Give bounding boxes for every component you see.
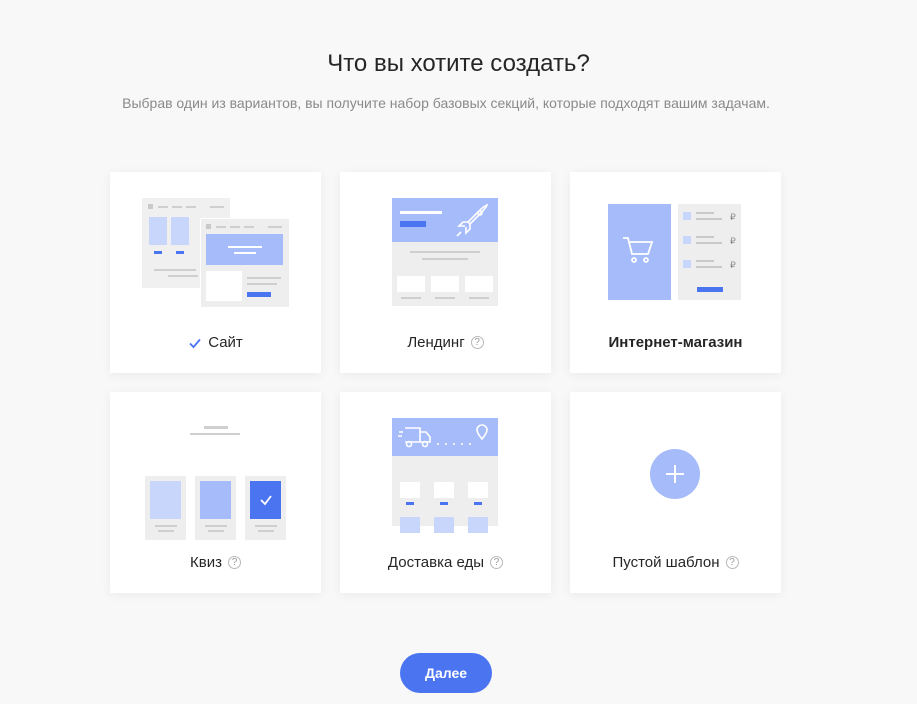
- card-online-store[interactable]: ₽ ₽ ₽ Интернет-магазин: [570, 172, 781, 373]
- quiz-illustration: [145, 426, 286, 540]
- landing-illustration: [392, 198, 498, 306]
- blank-template-illustration: [650, 449, 700, 499]
- card-site-label-row: Сайт: [110, 334, 321, 351]
- card-site-label: Сайт: [208, 334, 243, 351]
- card-quiz[interactable]: Квиз ?: [110, 392, 321, 593]
- svg-text:₽: ₽: [730, 260, 736, 270]
- page-subtitle: Выбрав один из вариантов, вы получите на…: [122, 95, 770, 111]
- card-site[interactable]: Сайт: [110, 172, 321, 373]
- site-illustration: [142, 198, 290, 308]
- card-quiz-label: Квиз: [190, 554, 222, 571]
- food-delivery-illustration: [392, 418, 498, 533]
- card-quiz-label-row: Квиз ?: [110, 554, 321, 571]
- help-icon[interactable]: ?: [227, 556, 241, 569]
- card-online-store-label: Интернет-магазин: [608, 334, 743, 351]
- card-landing[interactable]: Лендинг ?: [340, 172, 551, 373]
- card-blank-template-label: Пустой шаблон: [612, 554, 720, 571]
- card-landing-label: Лендинг: [407, 334, 465, 351]
- help-icon[interactable]: ?: [470, 336, 484, 349]
- check-icon: [189, 338, 201, 348]
- svg-text:₽: ₽: [730, 236, 736, 246]
- card-blank-template-label-row: Пустой шаблон ?: [570, 554, 781, 571]
- card-food-delivery-label: Доставка еды: [387, 554, 485, 571]
- card-blank-template[interactable]: Пустой шаблон ?: [570, 392, 781, 593]
- svg-text:₽: ₽: [730, 212, 736, 222]
- help-icon[interactable]: ?: [490, 556, 504, 569]
- next-button[interactable]: Далее: [400, 653, 492, 693]
- card-food-delivery-label-row: Доставка еды ?: [340, 554, 551, 571]
- card-food-delivery[interactable]: Доставка еды ?: [340, 392, 551, 593]
- help-icon[interactable]: ?: [725, 556, 739, 569]
- card-landing-label-row: Лендинг ?: [340, 334, 551, 351]
- card-online-store-label-row: Интернет-магазин: [570, 334, 781, 351]
- page-title: Что вы хотите создать?: [327, 50, 590, 77]
- online-store-illustration: ₽ ₽ ₽: [608, 204, 741, 300]
- template-grid: Сайт Лендинг ? ₽ ₽ ₽ Интернет-магазин Кв…: [110, 172, 781, 593]
